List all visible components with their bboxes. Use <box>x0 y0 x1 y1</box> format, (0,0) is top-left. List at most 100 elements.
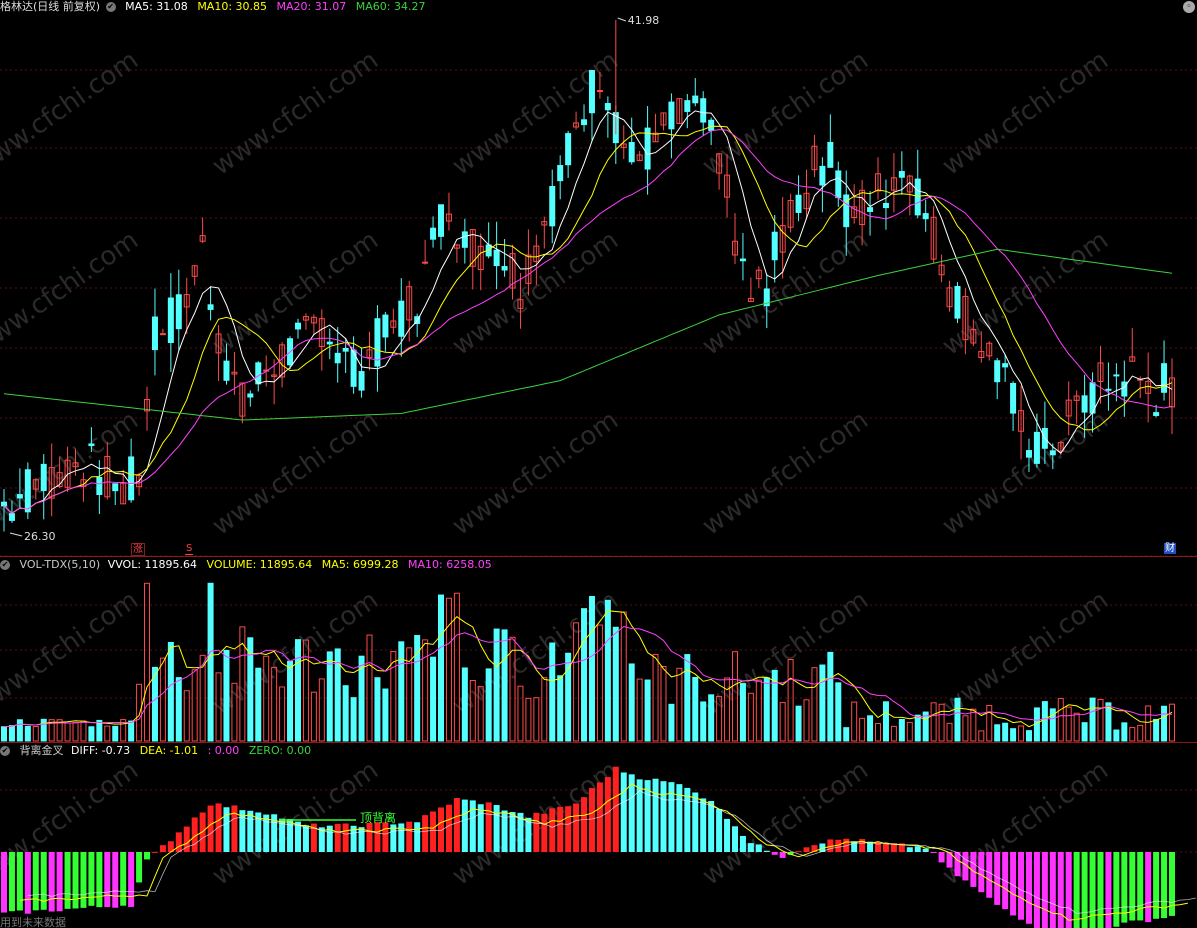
volume-bar <box>32 726 39 742</box>
macd-bar <box>215 803 222 852</box>
chart-canvas[interactable]: www.cfchi.com www.cfchi.com www.cfchi.com w… <box>0 0 1197 928</box>
volume-bar <box>882 701 889 742</box>
settings-icon[interactable]: ✔ <box>105 2 116 12</box>
volume-bar <box>390 651 397 742</box>
macd-bar <box>1073 852 1080 928</box>
candle-body <box>692 95 699 104</box>
macd-bar <box>1097 852 1104 928</box>
volume-bar <box>525 697 532 742</box>
finance-marker[interactable]: 财 <box>1164 543 1176 554</box>
volume-bar <box>978 730 985 742</box>
volume-bar <box>620 611 627 742</box>
macd-bar <box>541 813 548 852</box>
candle-body <box>1153 412 1160 416</box>
volume-bar <box>684 654 691 742</box>
macd-bar <box>1121 852 1128 923</box>
macd-bar <box>136 852 143 883</box>
candle-body <box>247 393 254 398</box>
macd-bar <box>525 817 532 852</box>
volume-bar <box>612 626 619 742</box>
volume-bar <box>374 677 381 742</box>
macd-bar <box>660 781 667 852</box>
watermark-text: www.cfchi.com <box>447 405 624 541</box>
volume-bar <box>112 725 119 742</box>
volume-ma5-label: MA5: 6999.28 <box>321 558 399 571</box>
volume-bar <box>1129 727 1136 742</box>
volume-bar <box>787 659 794 742</box>
candle-body <box>994 360 1001 383</box>
macd-bar <box>1113 852 1120 927</box>
candle-body <box>223 360 230 381</box>
candle-body <box>1025 450 1032 458</box>
macd-bar <box>453 797 460 852</box>
volume-bar <box>541 677 548 742</box>
candle-body <box>334 352 341 364</box>
candle-body <box>430 227 437 240</box>
volume-bar <box>827 651 834 742</box>
volume-bar <box>835 682 842 742</box>
candle-body <box>596 90 603 93</box>
expand-icon[interactable]: ◦ <box>1183 1 1195 13</box>
volume-bar <box>80 720 87 742</box>
candle-body <box>819 165 826 186</box>
volume-bar <box>159 657 166 742</box>
macd-bar <box>1 852 7 913</box>
candle-body <box>374 318 381 367</box>
volume-bar <box>422 639 429 742</box>
macd-bar <box>1105 852 1112 928</box>
candle-body <box>326 341 333 345</box>
volume-bar <box>366 634 373 742</box>
volume-bar <box>1057 698 1064 742</box>
macd-bar <box>287 818 294 852</box>
candle-body <box>112 483 119 492</box>
macd-bar <box>724 818 731 852</box>
watermark-text: www.cfchi.com <box>207 225 384 361</box>
candle-body <box>461 231 468 248</box>
stock-title: 格林达(日线 前复权) <box>0 0 101 13</box>
candle-body <box>771 231 778 261</box>
macd-bar <box>64 852 71 909</box>
candle-body <box>739 258 746 262</box>
volume-bar <box>287 660 294 742</box>
volume-bar <box>1065 706 1072 742</box>
macd-bar <box>612 766 619 852</box>
volume-bar <box>1010 728 1017 742</box>
volume-bar <box>1073 712 1080 742</box>
macd-bar <box>144 852 151 860</box>
macd-bar <box>461 799 468 852</box>
macd-bar <box>930 852 937 853</box>
volume-bar <box>64 722 71 742</box>
macd-bar <box>1081 852 1088 928</box>
volume-bar <box>72 721 79 742</box>
macd-header: ✔ 背离金叉 DIFF: -0.73 DEA: -1.01 : 0.00 ZER… <box>0 744 317 758</box>
volume-bar <box>223 649 230 742</box>
candle-body <box>700 98 707 123</box>
limit-up-marker[interactable]: 涨 <box>131 543 145 556</box>
macd-bar <box>795 851 802 853</box>
candle-body <box>1105 388 1112 391</box>
candle-body <box>1002 363 1009 368</box>
volume-bar <box>676 667 683 742</box>
volume-bar <box>342 685 349 742</box>
watermark-text: www.cfchi.com <box>697 585 874 721</box>
macd-bar <box>1018 852 1025 920</box>
macd-bar <box>803 847 810 852</box>
volume-bar <box>382 688 389 742</box>
high-price-label: 41.98 <box>628 14 660 27</box>
macd-bar <box>104 852 111 908</box>
macd-settings-icon[interactable]: ✔ <box>0 746 10 756</box>
macd-bar <box>342 823 349 852</box>
candle-body <box>867 207 874 212</box>
candle-body <box>96 476 103 495</box>
volume-bar <box>104 725 111 742</box>
macd-bar <box>581 797 588 852</box>
volume-bar <box>128 720 135 742</box>
candle-body <box>1161 363 1168 393</box>
volume-bar <box>501 629 508 742</box>
dea-label: DEA: -1.01 <box>139 744 199 757</box>
s-marker[interactable]: S <box>185 543 194 555</box>
volume-settings-icon[interactable]: ✔ <box>0 560 10 570</box>
macd-bar <box>620 772 627 852</box>
volume-bar <box>946 722 953 742</box>
macd-bar <box>96 852 103 908</box>
